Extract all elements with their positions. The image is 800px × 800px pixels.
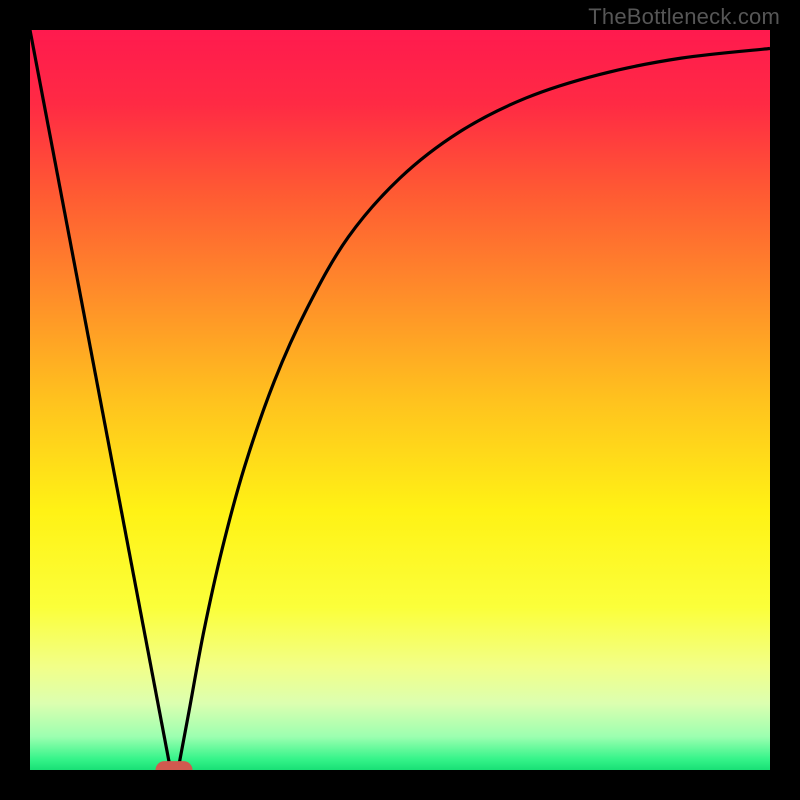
optimal-marker (156, 761, 193, 770)
watermark-text: TheBottleneck.com (588, 4, 780, 30)
curve-right-segment (178, 49, 770, 771)
chart-frame: TheBottleneck.com (0, 0, 800, 800)
curve-layer (30, 30, 770, 770)
curve-left-segment (30, 30, 171, 770)
plot-area (30, 30, 770, 770)
